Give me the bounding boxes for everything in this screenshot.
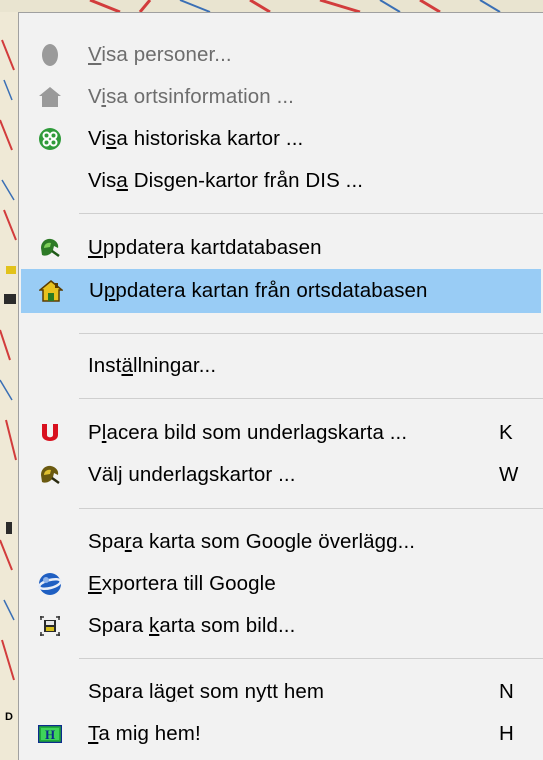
menu-item-update-map-database[interactable]: Uppdatera kartdatabasen [21, 227, 541, 269]
underlay-u-icon [37, 420, 63, 446]
menu-item-place-underlay-image[interactable]: Placera bild som underlagskarta ... K [21, 412, 541, 454]
house-update-icon [38, 278, 64, 304]
menu-separator [79, 398, 543, 399]
menu-item-historical-maps[interactable]: Visa historiska kartor ... [21, 118, 541, 160]
save-image-icon [37, 613, 63, 639]
shortcut-key: N [499, 680, 514, 703]
menu-separator [79, 333, 543, 334]
map-update-icon [37, 235, 63, 261]
menu-item-show-place-info[interactable]: Visa ortsinformation ... [21, 76, 541, 118]
menu-separator [79, 213, 543, 214]
menu-item-take-me-home[interactable]: H Ta mig hem! H [21, 713, 541, 755]
menu-item-save-map-image[interactable]: Spara karta som bild... [21, 605, 541, 647]
shortcut-key: H [499, 722, 514, 745]
menu-separator [79, 508, 543, 509]
menu-item-save-position-home[interactable]: Spara läget som nytt hem N [21, 671, 541, 713]
house-icon [37, 84, 63, 110]
svg-text:D: D [5, 711, 13, 723]
menu-item-settings[interactable]: Inställningar... [21, 345, 541, 387]
menu-item-disgen-maps[interactable]: Visa Disgen-kartor från DIS ... [21, 160, 541, 202]
shortcut-key: W [499, 463, 519, 486]
menu-item-update-map-from-places[interactable]: Uppdatera kartan från ortsdatabasen [21, 269, 541, 313]
google-earth-icon [37, 571, 63, 597]
menu-item-export-google[interactable]: Exportera till Google [21, 563, 541, 605]
home-h-icon: H [37, 721, 63, 747]
person-icon [37, 42, 63, 68]
menu-item-show-persons[interactable]: Visa personer... [21, 34, 541, 76]
menu-item-choose-underlay-maps[interactable]: Välj underlagskartor ... W [21, 454, 541, 496]
svg-text:H: H [45, 727, 55, 742]
choose-underlay-icon [37, 462, 63, 488]
menu-separator [79, 658, 543, 659]
historical-maps-icon [37, 126, 63, 152]
context-menu: Visa personer... Visa ortsinformation ..… [18, 12, 543, 760]
shortcut-key: K [499, 421, 513, 444]
menu-item-save-google-overlay[interactable]: Spara karta som Google överlägg... [21, 521, 541, 563]
